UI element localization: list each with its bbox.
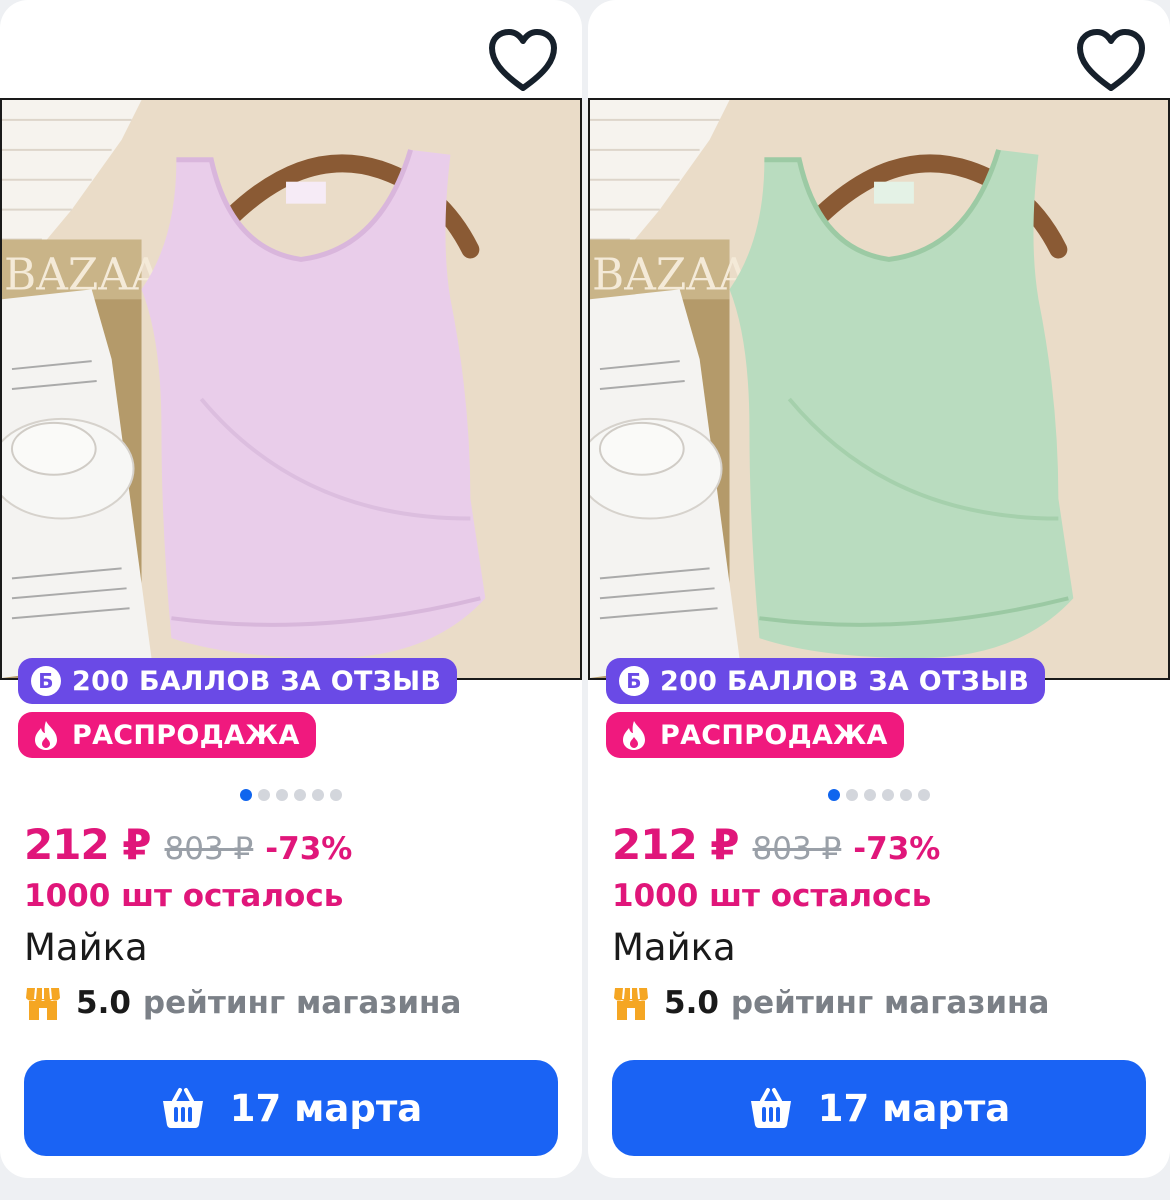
favorite-heart-icon[interactable] <box>488 28 558 94</box>
rating-value: 5.0 <box>76 985 131 1021</box>
shop-rating: 5.0 рейтинг магазина <box>24 984 461 1022</box>
shop-icon <box>612 984 650 1022</box>
gallery-dot <box>258 789 270 801</box>
product-image[interactable]: BAZAAR <box>0 98 582 680</box>
current-price: 212 ₽ <box>24 820 152 869</box>
product-title[interactable]: Майка <box>24 926 148 969</box>
gallery-dot <box>312 789 324 801</box>
gallery-dot <box>240 789 252 801</box>
discount-percent: -73% <box>265 831 353 867</box>
gallery-dot <box>882 789 894 801</box>
delivery-date-label: 17 марта <box>817 1086 1011 1130</box>
sale-badge: РАСПРОДАЖА <box>606 712 904 758</box>
old-price: 803 ₽ <box>752 831 842 867</box>
reward-points-badge: Б 200 БАЛЛОВ ЗА ОТЗЫВ <box>606 658 1046 704</box>
gallery-dot <box>828 789 840 801</box>
reward-points-badge: Б 200 БАЛЛОВ ЗА ОТЗЫВ <box>18 658 458 704</box>
svg-text:Б: Б <box>626 669 642 693</box>
gallery-dot <box>294 789 306 801</box>
sale-label: РАСПРОДАЖА <box>72 719 300 751</box>
add-to-cart-button[interactable]: 17 марта <box>24 1060 558 1156</box>
product-grid: BAZAAR Б 200 БАЛЛОВ ЗА ОТЗЫВ РАСПРОДАЖА … <box>0 0 1170 1200</box>
sale-badge: РАСПРОДАЖА <box>18 712 316 758</box>
price-row: 212 ₽ 803 ₽ -73% <box>612 820 940 869</box>
sale-label: РАСПРОДАЖА <box>660 719 888 751</box>
discount-percent: -73% <box>853 831 941 867</box>
flame-icon <box>30 719 62 751</box>
gallery-dot <box>330 789 342 801</box>
product-card[interactable]: BAZAAR Б 200 БАЛЛОВ ЗА ОТЗЫВ РАСПРОДАЖА … <box>588 0 1170 1178</box>
reward-points-label: 200 БАЛЛОВ ЗА ОТЗЫВ <box>660 665 1030 697</box>
shop-rating: 5.0 рейтинг магазина <box>612 984 1049 1022</box>
basket-icon <box>160 1085 206 1131</box>
product-title[interactable]: Майка <box>612 926 736 969</box>
old-price: 803 ₽ <box>164 831 254 867</box>
favorite-heart-icon[interactable] <box>1076 28 1146 94</box>
product-image[interactable]: BAZAAR <box>588 98 1170 680</box>
rating-value: 5.0 <box>664 985 719 1021</box>
gallery-dot <box>846 789 858 801</box>
current-price: 212 ₽ <box>612 820 740 869</box>
gallery-dots <box>240 789 342 801</box>
shop-icon <box>24 984 62 1022</box>
rating-label: рейтинг магазина <box>142 985 462 1021</box>
reward-points-label: 200 БАЛЛОВ ЗА ОТЗЫВ <box>72 665 442 697</box>
stock-remaining: 1000 шт осталось <box>612 878 932 914</box>
basket-icon <box>748 1085 794 1131</box>
product-card[interactable]: BAZAAR Б 200 БАЛЛОВ ЗА ОТЗЫВ РАСПРОДАЖА … <box>0 0 582 1178</box>
flame-icon <box>618 719 650 751</box>
gallery-dot <box>900 789 912 801</box>
points-b-icon: Б <box>30 665 62 697</box>
gallery-dot <box>918 789 930 801</box>
svg-text:Б: Б <box>38 669 54 693</box>
add-to-cart-button[interactable]: 17 марта <box>612 1060 1146 1156</box>
stock-remaining: 1000 шт осталось <box>24 878 344 914</box>
price-row: 212 ₽ 803 ₽ -73% <box>24 820 352 869</box>
gallery-dot <box>276 789 288 801</box>
gallery-dot <box>864 789 876 801</box>
points-b-icon: Б <box>618 665 650 697</box>
gallery-dots <box>828 789 930 801</box>
delivery-date-label: 17 марта <box>229 1086 423 1130</box>
rating-label: рейтинг магазина <box>730 985 1050 1021</box>
